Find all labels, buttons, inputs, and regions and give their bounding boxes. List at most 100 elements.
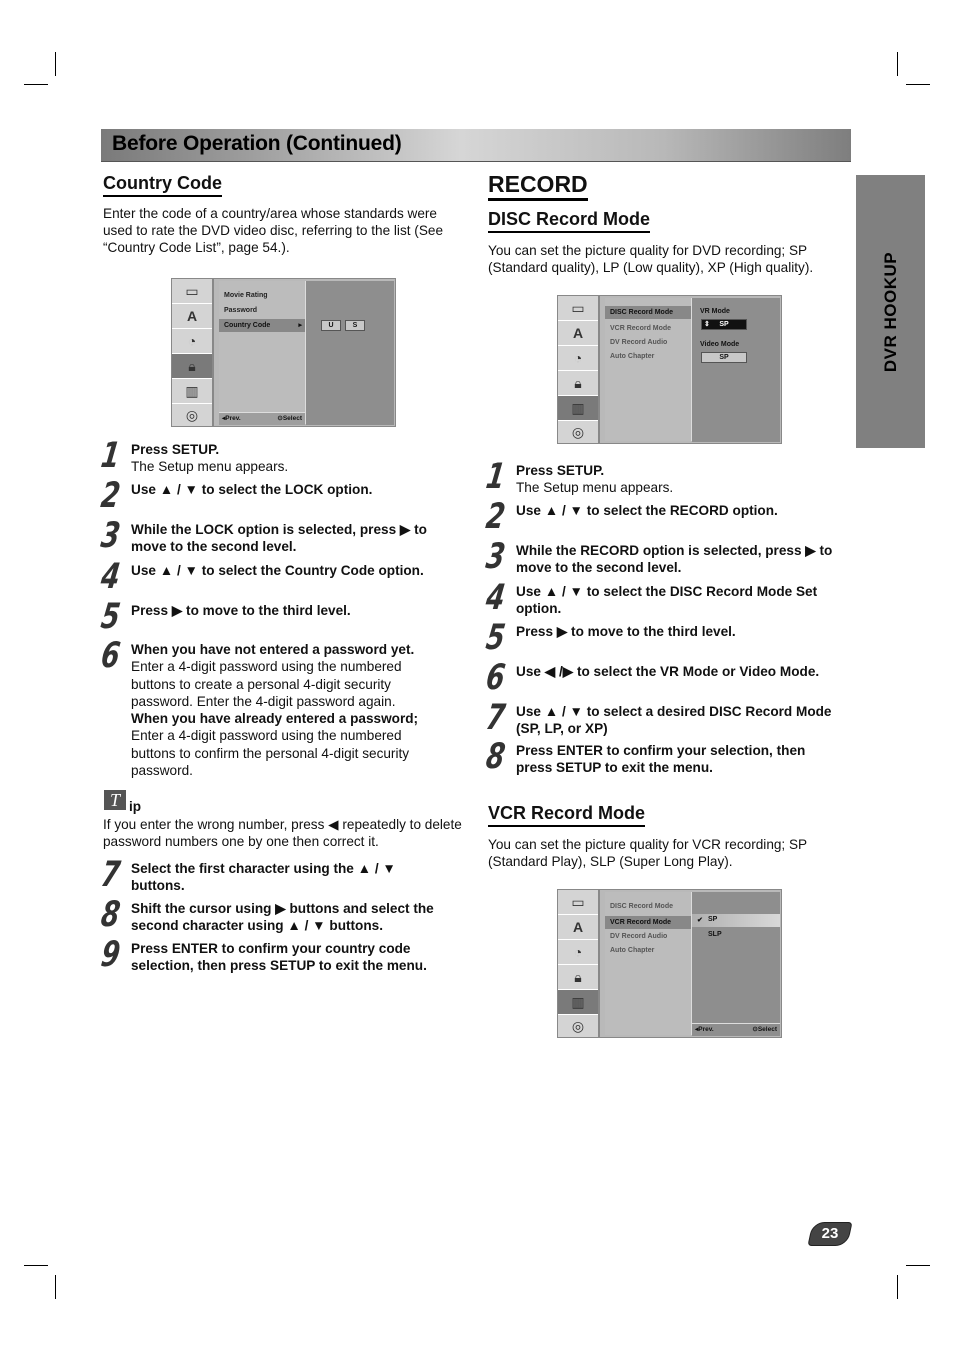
- language-icon: A: [558, 321, 598, 346]
- menu-icon-column: ▭ A ◔ 🔒︎ ▥ ◎: [172, 279, 214, 426]
- tv-icon: ▭: [172, 279, 212, 304]
- cc-step-2: 2 Use ▲ / ▼ to select the LOCK option.: [98, 476, 373, 516]
- tv-icon: ▭: [558, 296, 598, 321]
- menu-options: Movie Rating Password Country Code ▸: [219, 281, 307, 424]
- audio-icon: ◔: [558, 346, 598, 371]
- country-char-2[interactable]: S: [345, 320, 365, 331]
- menu-item-vcr-record-mode[interactable]: VCR Record Mode: [605, 916, 691, 929]
- tv-icon: ▭: [558, 890, 598, 915]
- disc-step-4: 4 Use ▲ / ▼ to select the DISC Record Mod…: [483, 578, 818, 618]
- language-icon: A: [172, 304, 212, 329]
- menu-options: DISC Record Mode VCR Record Mode DV Reco…: [605, 892, 693, 1035]
- audio-icon: ◔: [558, 940, 598, 965]
- menu-icon-column: ▭ A ◔ 🔒︎ ▥ ◎: [558, 296, 600, 443]
- side-tab: DVR HOOKUP: [856, 175, 925, 448]
- video-mode-label: Video Mode: [700, 341, 740, 348]
- menu-item-dv-record-audio[interactable]: DV Record Audio: [605, 930, 691, 943]
- menu-item-auto-chapter[interactable]: Auto Chapter: [605, 944, 691, 957]
- vcr-record-heading: VCR Record Mode: [488, 802, 646, 827]
- video-mode-select[interactable]: SP: [701, 352, 747, 363]
- cc-step-6: 6 When you have not entered a password ye…: [98, 636, 419, 779]
- disc-step-6: 6 Use ◀ /▶ to select the VR Mode or Video…: [483, 658, 820, 698]
- lock-icon: 🔒︎: [558, 965, 598, 990]
- prev-hint: ◂Prev.: [222, 415, 241, 422]
- crop-mark: [55, 52, 56, 76]
- side-tab-label: DVR HOOKUP: [880, 251, 900, 372]
- record-heading: RECORD: [488, 171, 588, 201]
- disc-step-3: 3 While the RECORD option is selected, pr…: [483, 537, 833, 577]
- menu-item-dv-record-audio[interactable]: DV Record Audio: [605, 336, 691, 349]
- page-number: 23: [821, 1225, 839, 1242]
- disc-step-1: 1 Press SETUP. The Setup menu appears.: [483, 457, 674, 497]
- menu-footer: ◂Prev. ⊙Select: [692, 1023, 780, 1036]
- country-code-menu: ▭ A ◔ 🔒︎ ▥ ◎ Movie Rating Password Count…: [171, 278, 396, 427]
- record-icon: ▥: [172, 379, 212, 404]
- menu-item-movie-rating[interactable]: Movie Rating: [219, 289, 305, 302]
- language-icon: A: [558, 915, 598, 940]
- section-banner: Before Operation (Continued): [101, 129, 851, 162]
- menu-footer: ◂Prev. ⊙Select: [219, 412, 305, 425]
- disc-step-5: 5 Press ▶ to move to the third level.: [483, 618, 736, 658]
- menu-item-country-code[interactable]: Country Code ▸: [219, 319, 305, 332]
- check-icon: ✔: [697, 917, 703, 924]
- select-hint: ⊙Select: [752, 1026, 777, 1033]
- cc-step-7: 7 Select the first character using the ▲ …: [98, 855, 396, 895]
- crop-mark: [897, 52, 898, 76]
- cc-step-4: 4 Use ▲ / ▼ to select the Country Code op…: [98, 557, 424, 597]
- record-icon: ▥: [558, 990, 598, 1015]
- crop-mark: [906, 1265, 930, 1266]
- country-char-1[interactable]: U: [321, 320, 341, 331]
- menu-item-disc-record-mode[interactable]: DISC Record Mode: [605, 900, 691, 913]
- select-hint: ⊙Select: [277, 415, 302, 422]
- menu-icon-column: ▭ A ◔ 🔒︎ ▥ ◎: [558, 890, 600, 1037]
- menu-item-disc-record-mode[interactable]: DISC Record Mode: [605, 306, 691, 319]
- cc-step-8: 8 Shift the cursor using ▶ buttons and se…: [98, 895, 434, 935]
- crop-mark: [24, 1265, 48, 1266]
- tip-icon: T: [104, 790, 126, 810]
- option-sp[interactable]: ✔ SP: [692, 914, 780, 927]
- vr-mode-label: VR Mode: [700, 308, 730, 315]
- cc-step-9: 9 Press ENTER to confirm your country cod…: [98, 935, 427, 975]
- vcr-record-menu: ▭ A ◔ 🔒︎ ▥ ◎ DISC Record Mode VCR Record…: [557, 889, 782, 1038]
- country-code-intro: Enter the code of a country/area whose s…: [103, 206, 444, 256]
- lock-icon: 🔒︎: [172, 354, 212, 379]
- banner-title: Before Operation (Continued): [112, 132, 402, 155]
- disc-record-heading: DISC Record Mode: [488, 208, 651, 233]
- crop-mark: [55, 1275, 56, 1299]
- tip-text: If you enter the wrong number, press ◀ r…: [103, 817, 462, 850]
- disc-step-8: 8 Press ENTER to confirm your selection, …: [483, 737, 806, 777]
- menu-item-auto-chapter[interactable]: Auto Chapter: [605, 350, 691, 363]
- lock-icon: 🔒︎: [558, 371, 598, 396]
- menu-value-panel: ✔ SP SLP: [692, 892, 780, 1036]
- page-number-badge: 23: [807, 1222, 853, 1246]
- menu-item-vcr-record-mode[interactable]: VCR Record Mode: [605, 322, 691, 335]
- menu-item-label: Country Code: [224, 322, 271, 329]
- arrow-right-icon: ▸: [298, 322, 302, 329]
- disc-record-intro: You can set the picture quality for DVD …: [488, 243, 814, 276]
- crop-mark: [897, 1275, 898, 1299]
- crop-mark: [24, 84, 48, 85]
- menu-value-panel: U S: [306, 281, 394, 425]
- cc-step-1: 1 Press SETUP. The Setup menu appears.: [98, 436, 289, 476]
- disc-record-menu: ▭ A ◔ 🔒︎ ▥ ◎ DISC Record Mode VCR Record…: [557, 295, 782, 444]
- disc-icon: ◎: [185, 406, 199, 423]
- disc-icon: ◎: [571, 1017, 585, 1034]
- menu-item-password[interactable]: Password: [219, 304, 305, 317]
- disc-step-2: 2 Use ▲ / ▼ to select the RECORD option.: [483, 497, 778, 537]
- disc-step-7: 7 Use ▲ / ▼ to select a desired DISC Reco…: [483, 698, 832, 738]
- tip-label: ip: [129, 799, 142, 814]
- audio-icon: ◔: [172, 329, 212, 354]
- prev-hint: ◂Prev.: [695, 1026, 714, 1033]
- disc-icon: ◎: [571, 423, 585, 440]
- option-slp[interactable]: SLP: [708, 931, 722, 938]
- record-icon: ▥: [558, 396, 598, 421]
- vcr-record-intro: You can set the picture quality for VCR …: [488, 837, 807, 870]
- menu-value-panel: VR Mode ⇕ SP Video Mode SP: [692, 298, 780, 442]
- crop-mark: [906, 84, 930, 85]
- cc-step-5: 5 Press ▶ to move to the third level.: [98, 597, 351, 637]
- option-label: SP: [708, 916, 718, 923]
- vr-mode-select[interactable]: ⇕ SP: [701, 319, 747, 330]
- cc-step-3: 3 While the LOCK option is selected, pres…: [98, 516, 427, 556]
- spin-icon: ⇕: [704, 321, 710, 328]
- menu-options: DISC Record Mode VCR Record Mode DV Reco…: [605, 298, 693, 441]
